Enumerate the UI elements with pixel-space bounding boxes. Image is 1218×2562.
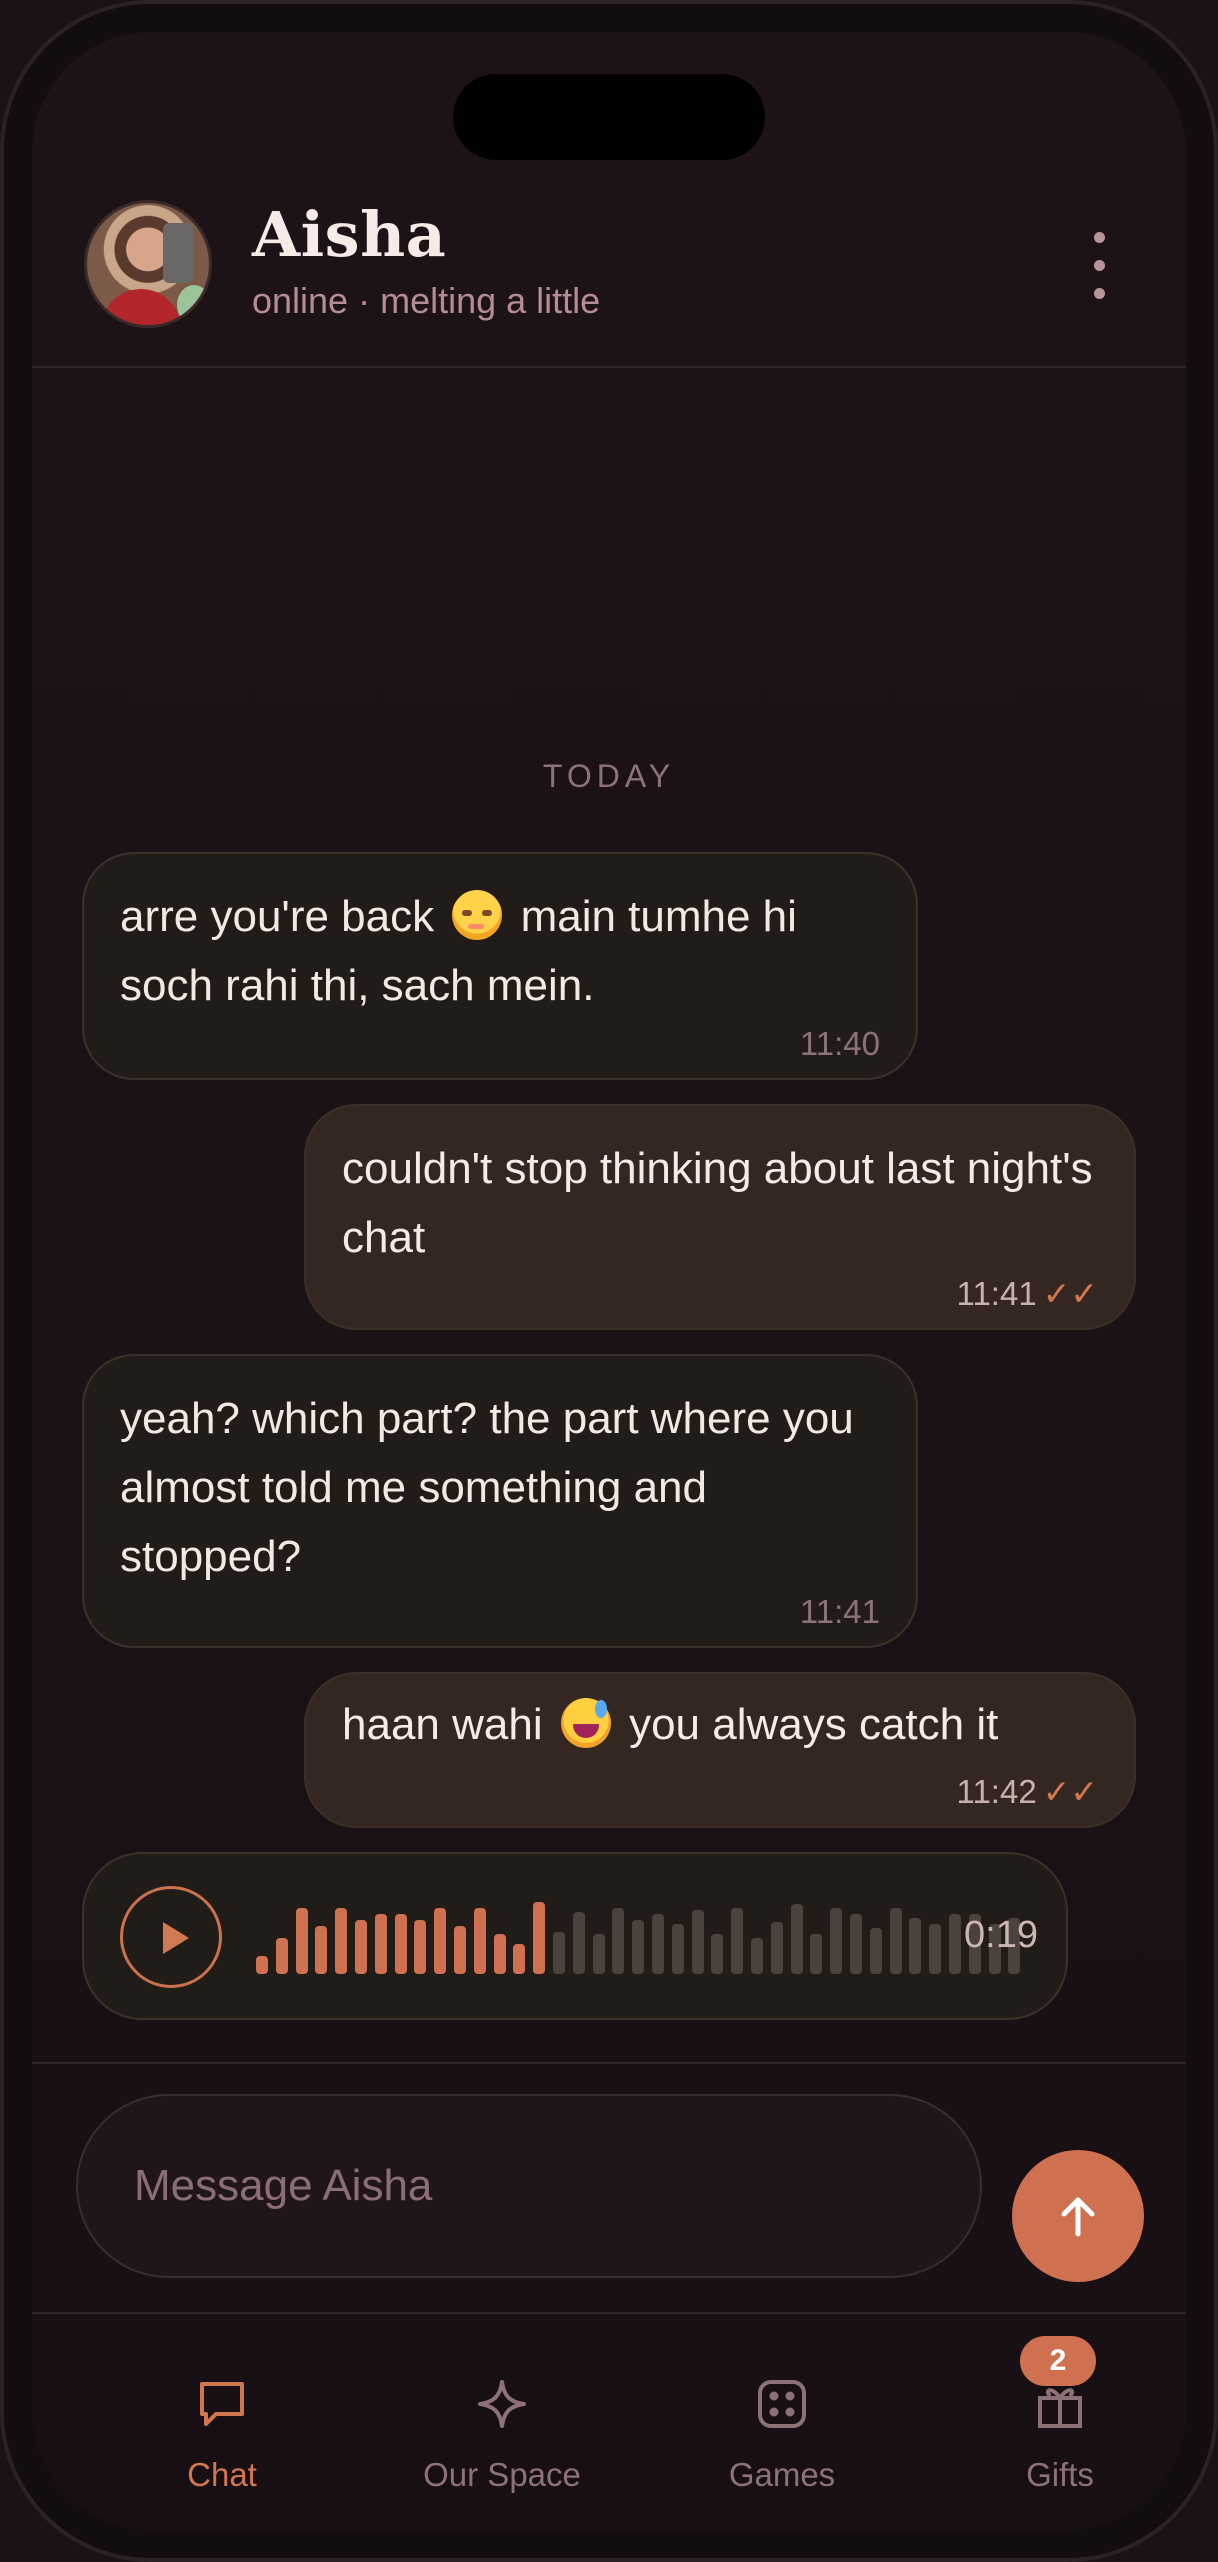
avatar-phone — [163, 223, 193, 283]
message-input[interactable] — [76, 2094, 982, 2278]
waveform-bar — [275, 1938, 288, 1974]
waveform-bar — [731, 1908, 744, 1974]
avatar-leaf — [177, 285, 209, 325]
avatar[interactable] — [84, 200, 212, 328]
waveform-bar — [256, 1956, 268, 1974]
message-bubble-outgoing[interactable]: couldn't stop thinking about last night'… — [304, 1104, 1136, 1330]
waveform-bar — [671, 1924, 684, 1974]
read-receipt-icon: ✓✓ — [1042, 1773, 1098, 1810]
waveform-bar — [572, 1912, 585, 1974]
waveform-bar — [652, 1914, 664, 1974]
message-time: 11:41 — [799, 1593, 880, 1630]
contact-status: online · melting a little — [252, 280, 601, 321]
nav-label: Games — [728, 2456, 836, 2493]
waveform-bar — [394, 1914, 407, 1974]
message-text: yeah? which part? the part where you alm… — [120, 1394, 854, 1581]
waveform-bar — [335, 1908, 348, 1974]
waveform-bar — [850, 1914, 862, 1974]
nav-item-our-space[interactable]: Our Space — [402, 2316, 602, 2530]
waveform-bar — [493, 1934, 506, 1974]
contact-name: Aisha — [252, 198, 447, 271]
waveform-bar — [909, 1918, 922, 1974]
blush-face-icon — [452, 890, 503, 940]
more-options-icon[interactable] — [1084, 232, 1114, 302]
gifts-count-badge: 2 — [1020, 2336, 1096, 2386]
bottom-nav: Chat Our Space Games Gifts 2 — [32, 2316, 1186, 2530]
voice-note: 0:19 — [82, 1852, 1068, 2020]
message-time: 11:40 — [799, 1025, 880, 1062]
message-text: arre you're back — [120, 892, 435, 941]
waveform[interactable] — [256, 1854, 1021, 2020]
nav-item-games[interactable]: Games — [682, 2316, 882, 2530]
waveform-bar — [355, 1920, 367, 1974]
waveform-bar — [374, 1914, 387, 1974]
date-separator: TODAY — [542, 758, 676, 794]
waveform-bar — [414, 1920, 427, 1974]
waveform-bar — [770, 1922, 783, 1974]
waveform-bar — [513, 1944, 526, 1974]
grinning-sweat-face-icon — [560, 1698, 611, 1748]
nav-label: Our Space — [423, 2456, 581, 2493]
waveform-bar — [553, 1932, 565, 1974]
message-bubble-incoming[interactable]: yeah? which part? the part where you alm… — [82, 1354, 918, 1648]
waveform-bar — [929, 1924, 942, 1974]
nav-label: Chat — [187, 2456, 257, 2493]
waveform-bar — [869, 1928, 882, 1974]
chat-bubble-icon — [200, 2382, 244, 2426]
dice-icon — [758, 2380, 806, 2428]
message-text: couldn't stop thinking about last night'… — [342, 1144, 1093, 1262]
waveform-bar — [711, 1934, 724, 1974]
message-text: you always catch it — [629, 1700, 999, 1749]
avatar-shirt — [101, 289, 181, 325]
waveform-bar — [889, 1908, 902, 1974]
waveform-bar — [810, 1934, 823, 1974]
nav-item-chat[interactable]: Chat — [122, 2316, 322, 2530]
read-receipt-icon: ✓✓ — [1042, 1275, 1098, 1312]
message-bubble-incoming[interactable]: arre you're back main tumhe hi soch rahi… — [82, 852, 918, 1080]
nav-label: Gifts — [1026, 2456, 1094, 2493]
message-bubble-outgoing[interactable]: haan wahi you always catch it 11:42 ✓✓ — [304, 1672, 1136, 1828]
waveform-bar — [751, 1938, 763, 1974]
composer — [32, 2062, 1186, 2314]
waveform-bar — [632, 1920, 645, 1974]
waveform-bar — [295, 1908, 308, 1974]
waveform-bar — [473, 1908, 486, 1974]
waveform-bar — [434, 1908, 447, 1974]
arrow-up-icon — [1061, 2197, 1095, 2237]
play-icon[interactable] — [120, 1886, 222, 1988]
waveform-bar — [691, 1910, 704, 1974]
waveform-bar — [790, 1904, 803, 1974]
dynamic-island — [453, 74, 765, 160]
waveform-bar — [612, 1908, 625, 1974]
device-frame: Aisha online · melting a little TODAY ar… — [0, 0, 1218, 2562]
message-time: 11:42 ✓✓ — [956, 1773, 1098, 1810]
send-button[interactable] — [1012, 2150, 1144, 2282]
message-text: haan wahi — [342, 1700, 543, 1749]
voice-duration: 0:19 — [964, 1914, 1038, 1956]
app-screen: Aisha online · melting a little TODAY ar… — [32, 32, 1186, 2530]
chat-header: Aisha online · melting a little — [32, 162, 1186, 368]
waveform-bar — [533, 1902, 546, 1974]
waveform-bar — [592, 1934, 605, 1974]
waveform-bar — [949, 1914, 961, 1974]
waveform-bar — [830, 1908, 843, 1974]
waveform-bar — [315, 1926, 328, 1974]
waveform-bar — [454, 1926, 466, 1974]
message-time: 11:41 ✓✓ — [956, 1275, 1098, 1312]
sparkle-icon — [478, 2380, 526, 2428]
